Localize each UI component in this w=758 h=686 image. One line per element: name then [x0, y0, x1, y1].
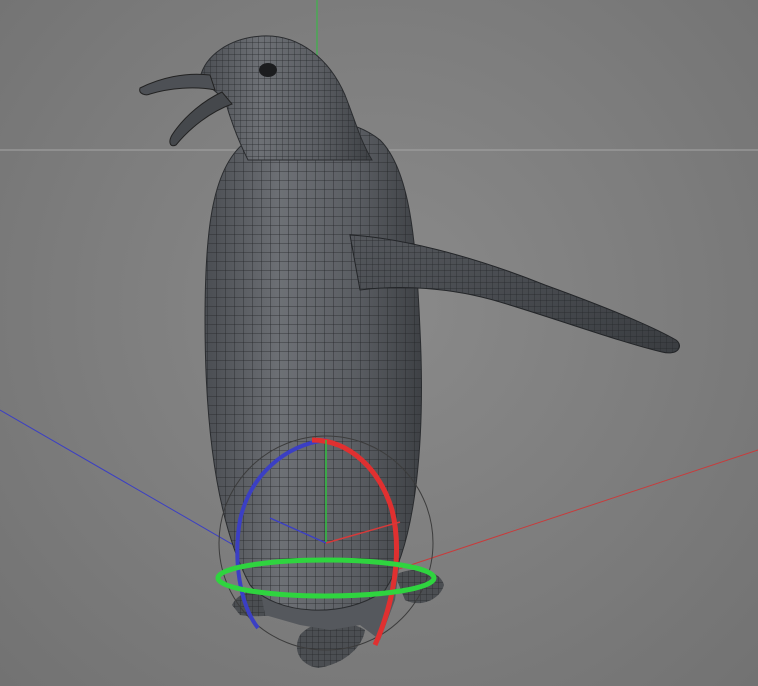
3d-viewport[interactable]: [0, 0, 758, 686]
penguin-eye: [259, 63, 277, 77]
